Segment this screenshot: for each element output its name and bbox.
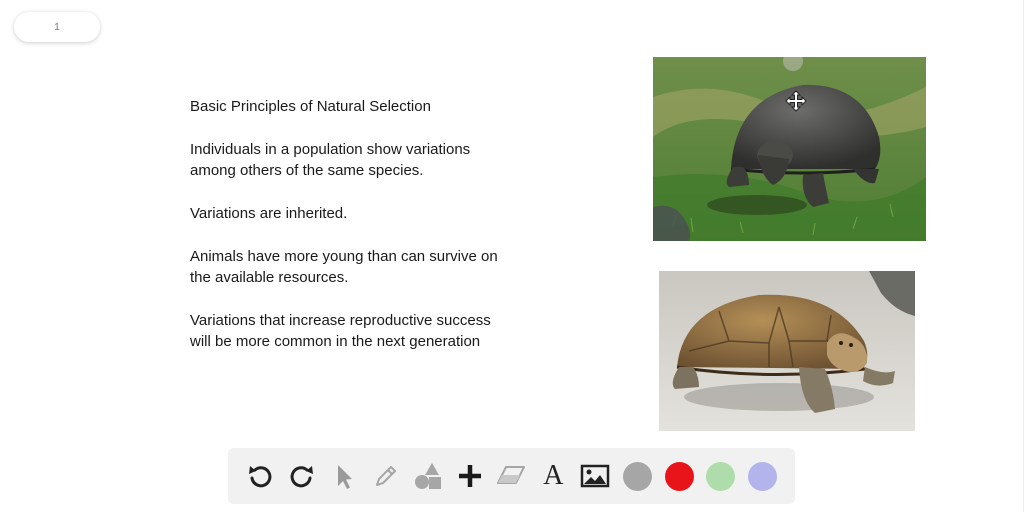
shapes-button[interactable] — [410, 458, 446, 494]
shapes-icon — [414, 463, 441, 489]
slide-line: Variations are inherited. — [190, 205, 348, 222]
undo-button[interactable] — [242, 458, 278, 494]
swatch-green — [706, 461, 736, 491]
color-swatch-red[interactable] — [661, 458, 697, 494]
eraser-button[interactable] — [493, 458, 529, 494]
slide-line: the available resources. — [190, 269, 349, 286]
redo-button[interactable] — [284, 458, 320, 494]
insert-image-button[interactable] — [577, 458, 613, 494]
swatch-gray — [622, 461, 652, 491]
slide-line: Individuals in a population show variati… — [190, 141, 471, 158]
slide-line: will be more common in the next generati… — [190, 333, 481, 350]
slide-line: Animals have more young than can survive… — [190, 248, 498, 265]
add-button[interactable] — [452, 458, 488, 494]
undo-icon — [249, 466, 272, 488]
slide-heading: Basic Principles of Natural Selection — [190, 98, 431, 115]
drawing-toolbar: A — [228, 448, 795, 504]
pen-button[interactable] — [368, 458, 404, 494]
color-swatch-lavender[interactable] — [745, 458, 781, 494]
add-plus-icon — [458, 465, 481, 487]
color-swatch-gray[interactable] — [619, 458, 655, 494]
page-number: 1 — [54, 21, 60, 33]
page-indicator[interactable]: 1 — [14, 12, 100, 42]
select-button[interactable] — [326, 458, 362, 494]
eraser-icon — [497, 466, 526, 484]
select-pointer-icon — [337, 465, 352, 489]
color-swatch-green[interactable] — [703, 458, 739, 494]
swatch-red — [664, 461, 694, 491]
redo-icon — [290, 466, 313, 488]
move-cursor-icon — [785, 90, 807, 112]
pen-icon — [375, 466, 396, 486]
slide-line: Variations that increase reproductive su… — [190, 312, 491, 329]
text-tool-button[interactable]: A — [535, 458, 571, 494]
text-tool-icon: A — [543, 460, 564, 491]
insert-image-icon — [581, 464, 610, 488]
giant-tortoise-on-grass-photo[interactable] — [653, 57, 926, 241]
slide-line: among others of the same species. — [190, 162, 424, 179]
slide-text-block: Basic Principles of Natural Selection In… — [190, 96, 550, 352]
tortoise-on-sand-photo[interactable] — [659, 271, 915, 431]
swatch-lavender — [748, 461, 778, 491]
